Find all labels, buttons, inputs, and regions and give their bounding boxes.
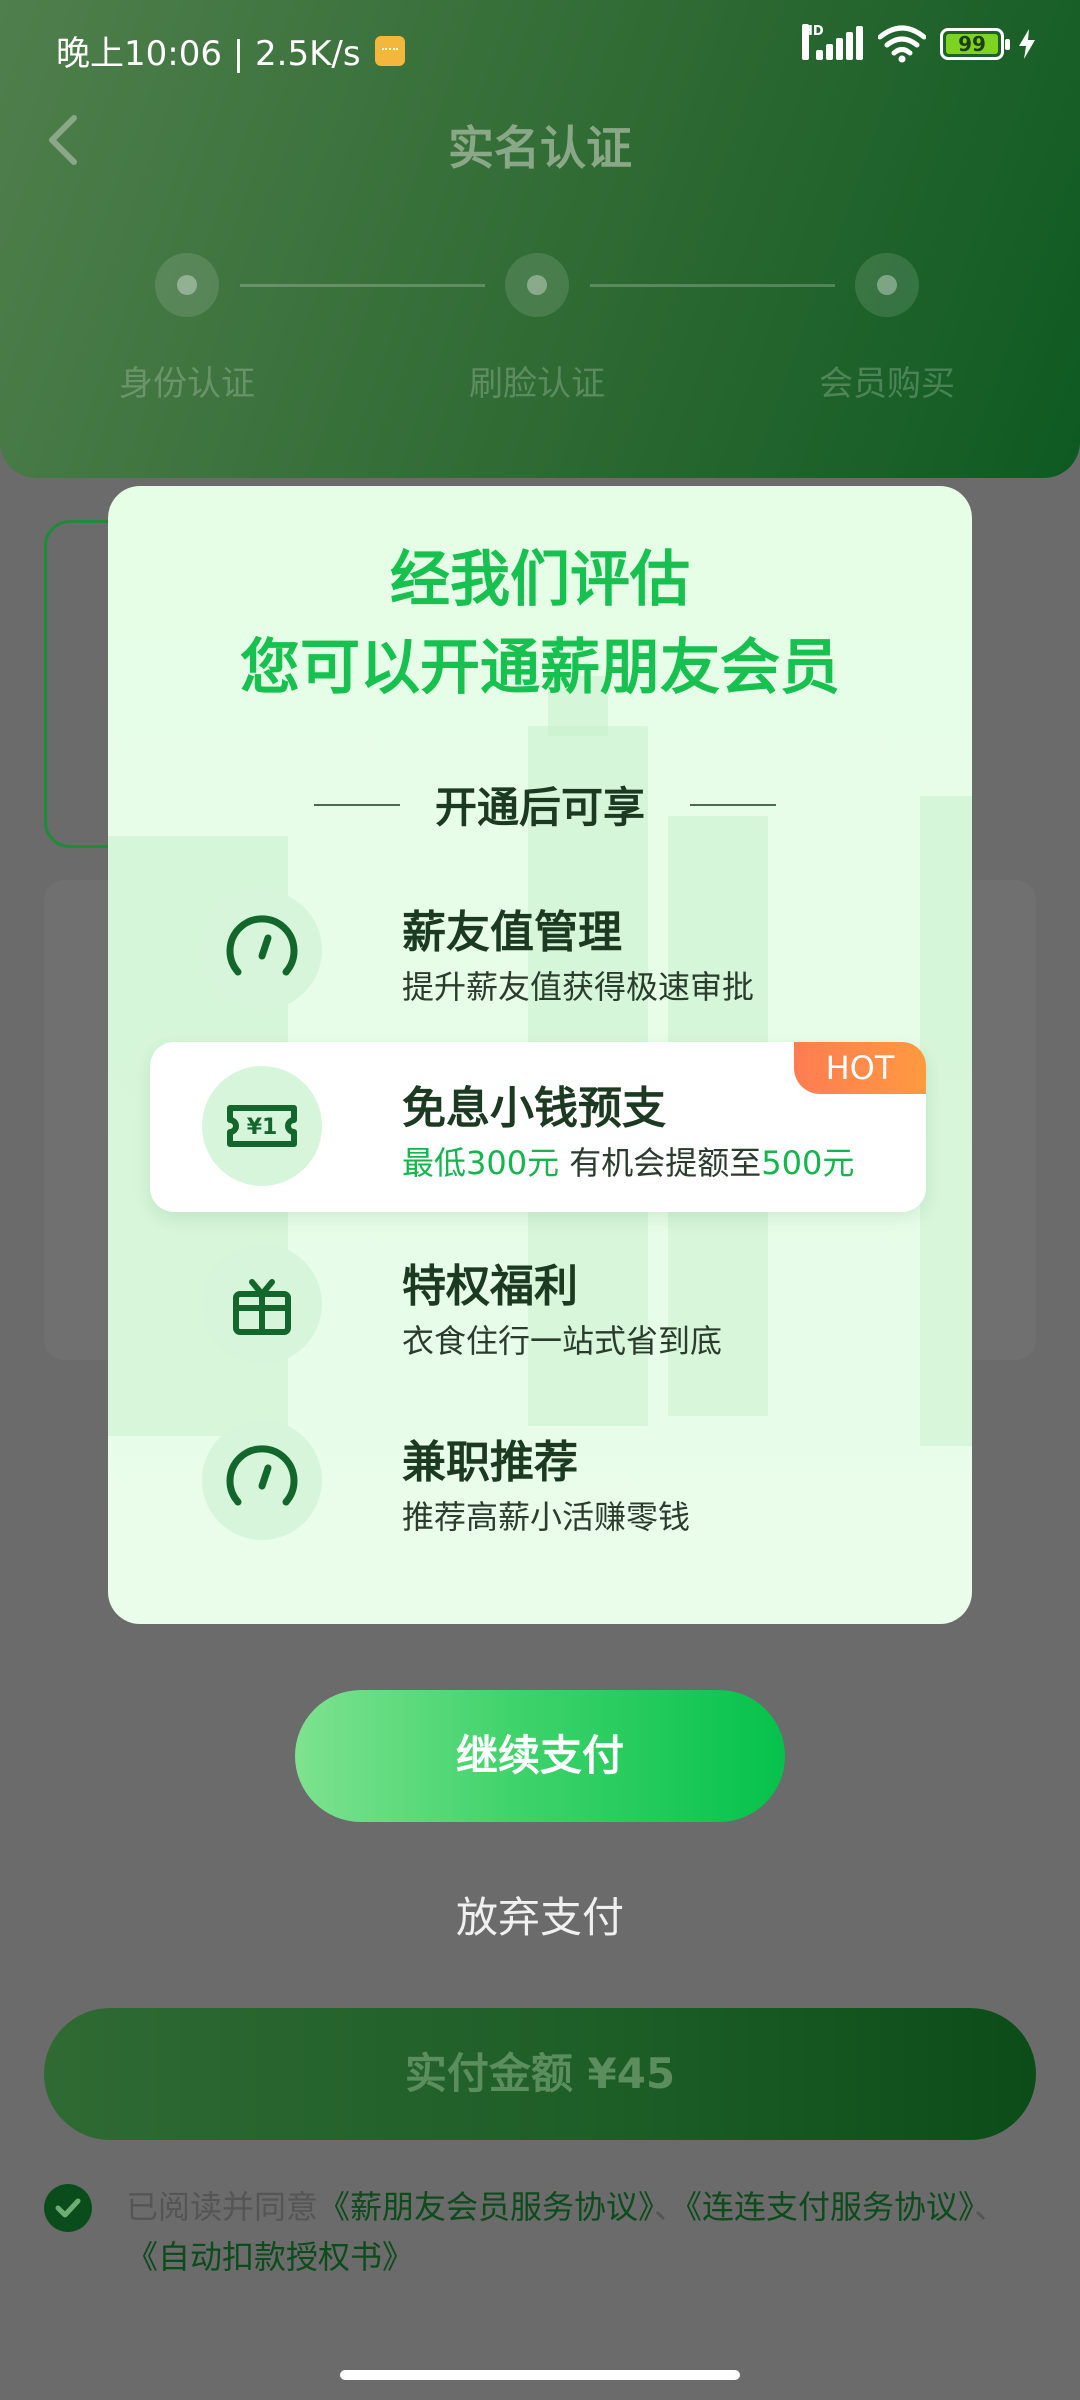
benefit-name-3: 特权福利 <box>402 1261 578 1312</box>
battery-icon: 99 <box>940 28 1010 60</box>
agreement-text: 已阅读并同意《薪朋友会员服务协议》、《连连支付服务协议》、《自动扣款授权书》 <box>126 2182 1046 2282</box>
agreement-separator-1: 、 <box>654 2188 687 2226</box>
battery-level: 99 <box>946 34 998 54</box>
status-right: HD 99 <box>802 24 1036 64</box>
benefit-desc-3: 衣食住行一站式省到底 <box>402 1322 723 1360</box>
lianlian-payment-agreement-link[interactable]: 《连连支付服务协议》 <box>686 2188 974 2226</box>
money-ticket-icon: ¥1 <box>202 1066 322 1186</box>
speedometer-icon <box>202 890 322 1010</box>
benefit-name-2: 免息小钱预支 <box>402 1083 666 1134</box>
page-title: 实名认证 <box>448 121 632 175</box>
benefit-name-1: 薪友值管理 <box>402 907 622 958</box>
status-time: 晚上10:06 | 2.5K/s <box>56 34 361 74</box>
status-bar: 晚上10:06 | 2.5K/s HD 99 <box>0 0 1080 100</box>
dialog-title-line1: 经我们评估 <box>390 545 690 615</box>
raise-text: 有机会提额至 <box>559 1144 762 1182</box>
min-amount: 最低300元 <box>402 1144 560 1182</box>
step-dot-3 <box>855 253 919 317</box>
max-amount: 500元 <box>761 1144 855 1182</box>
section-title: 开通后可享 <box>434 783 645 832</box>
step-connector-2 <box>590 284 835 287</box>
home-indicator[interactable] <box>340 2370 740 2380</box>
membership-dialog: 经我们评估 您可以开通薪朋友会员 开通后可享 薪友值管理 提升薪友值获得极速审批… <box>108 486 972 1624</box>
speedometer-icon <box>202 1420 322 1540</box>
agreement-checkbox[interactable] <box>44 2184 92 2232</box>
agreement-separator-2: 、 <box>974 2188 1007 2226</box>
charging-icon <box>1019 29 1035 59</box>
pay-amount-button[interactable]: 实付金额 ¥45 <box>44 2008 1036 2140</box>
step-label-3: 会员购买 <box>819 364 955 404</box>
abandon-payment-button[interactable]: 放弃支付 <box>340 1884 740 1945</box>
network-type-label: HD <box>802 24 824 60</box>
step-dot-2 <box>505 253 569 317</box>
benefit-name-4: 兼职推荐 <box>402 1437 578 1488</box>
dialog-title-line2: 您可以开通薪朋友会员 <box>240 633 840 703</box>
divider-right <box>690 804 776 806</box>
message-notification-icon <box>374 35 405 66</box>
step-connector-1 <box>240 284 485 287</box>
svg-text:¥1: ¥1 <box>247 1115 278 1140</box>
status-left: 晚上10:06 | 2.5K/s <box>56 26 405 75</box>
gift-icon <box>202 1244 322 1364</box>
benefit-desc-4: 推荐高薪小活赚零钱 <box>402 1498 691 1536</box>
continue-payment-button[interactable]: 继续支付 <box>295 1690 785 1822</box>
step-label-2: 刷脸认证 <box>469 364 605 404</box>
auto-debit-authorization-link[interactable]: 《自动扣款授权书》 <box>126 2238 414 2276</box>
wifi-icon <box>878 25 926 63</box>
hot-badge: HOT <box>794 1042 926 1094</box>
signal-icon: HD <box>802 24 864 64</box>
agreement-prefix: 已阅读并同意 <box>126 2188 319 2226</box>
step-label-1: 身份认证 <box>119 364 255 404</box>
check-icon <box>55 2198 81 2218</box>
benefit-desc-1: 提升薪友值获得极速审批 <box>402 968 755 1006</box>
step-dot-1 <box>155 253 219 317</box>
member-service-agreement-link[interactable]: 《薪朋友会员服务协议》 <box>318 2188 654 2226</box>
benefit-desc-2: 最低300元 有机会提额至500元 <box>402 1138 854 1184</box>
